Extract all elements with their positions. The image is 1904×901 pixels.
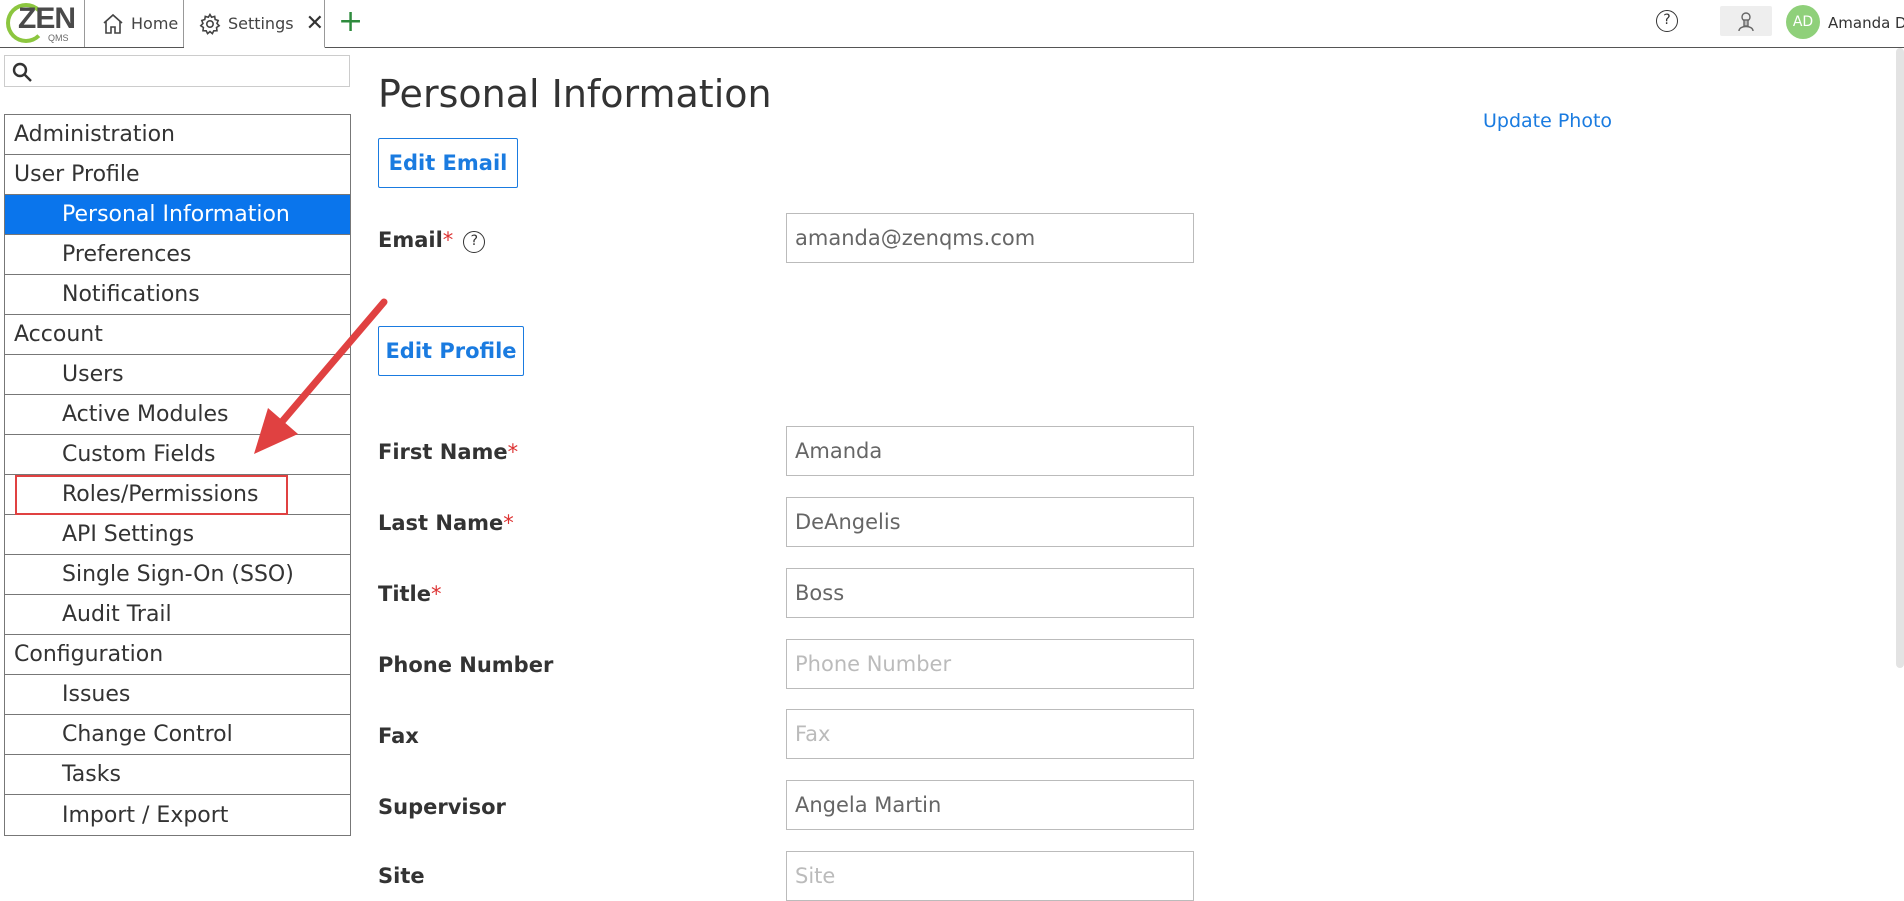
search-icon [12,62,32,82]
user-name[interactable]: Amanda D [1828,14,1904,32]
gear-icon [199,12,221,35]
supervisor-label: Supervisor [378,795,506,819]
sidebar-item-import-export[interactable]: Import / Export [5,795,350,835]
required-mark: * [442,228,454,252]
sidebar-item-single-sign-on-sso[interactable]: Single Sign-On (SSO) [5,555,350,595]
tab-settings-label: Settings [227,14,294,33]
notification-button[interactable] [1720,6,1772,36]
home-icon [103,13,123,34]
sidebar-item-tasks[interactable]: Tasks [5,755,350,795]
annotation-arrow [254,298,388,454]
title-field[interactable] [786,568,1194,618]
edit-email-button[interactable]: Edit Email [378,138,518,188]
sidebar-item-administration[interactable]: Administration [5,115,350,155]
site-field[interactable] [786,851,1194,901]
email-field[interactable] [786,213,1194,263]
title-label-text: Title [378,582,432,606]
required-mark: * [507,440,519,464]
sidebar-item-configuration[interactable]: Configuration [5,635,350,675]
phone-label: Phone Number [378,653,554,677]
logo-subtext: QMS [48,33,69,43]
sidebar-item-issues[interactable]: Issues [5,675,350,715]
search-input[interactable] [39,59,339,83]
top-bar: ZEN QMS Home Settings ✕ + ? AD Amanda D [0,0,1904,48]
sidebar-item-change-control[interactable]: Change Control [5,715,350,755]
edit-profile-button[interactable]: Edit Profile [378,326,524,376]
scrollbar[interactable] [1896,48,1904,668]
sidebar-item-preferences[interactable]: Preferences [5,235,350,275]
phone-field[interactable] [786,639,1194,689]
first-name-label-text: First Name [378,440,508,464]
last-name-label: Last Name* [378,511,514,535]
highlight-box [15,475,288,515]
user-robot-icon [1738,12,1754,32]
last-name-field[interactable] [786,497,1194,547]
sidebar-item-api-settings[interactable]: API Settings [5,515,350,555]
sidebar-item-audit-trail[interactable]: Audit Trail [5,595,350,635]
close-tab-icon[interactable]: ✕ [306,11,324,36]
help-icon[interactable]: ? [463,231,486,253]
tab-settings[interactable]: Settings ✕ [184,0,325,48]
zenqms-logo[interactable]: ZEN QMS [2,0,76,46]
supervisor-field[interactable] [786,780,1194,830]
sidebar-item-user-profile[interactable]: User Profile [5,155,350,195]
fax-field[interactable] [786,709,1194,759]
required-mark: * [431,582,442,606]
fax-label: Fax [378,724,419,748]
email-label-text: Email [378,228,443,252]
avatar[interactable]: AD [1786,5,1820,39]
first-name-label: First Name* [378,440,518,464]
help-icon[interactable]: ? [1656,10,1678,32]
tab-home-label: Home [131,14,179,33]
page-title: Personal Information [378,72,772,116]
last-name-label-text: Last Name [378,511,504,535]
title-label: Title* [378,582,442,606]
site-label: Site [378,864,425,888]
sidebar-search[interactable] [4,55,350,87]
update-photo-link[interactable]: Update Photo [1483,110,1612,132]
required-mark: * [503,511,514,535]
email-label: Email*? [378,228,486,253]
tab-home[interactable]: Home [84,0,184,47]
add-tab-icon[interactable]: + [338,6,363,38]
first-name-field[interactable] [786,426,1194,476]
logo-text: ZEN [18,2,76,35]
sidebar-item-personal-information[interactable]: Personal Information [5,195,350,235]
